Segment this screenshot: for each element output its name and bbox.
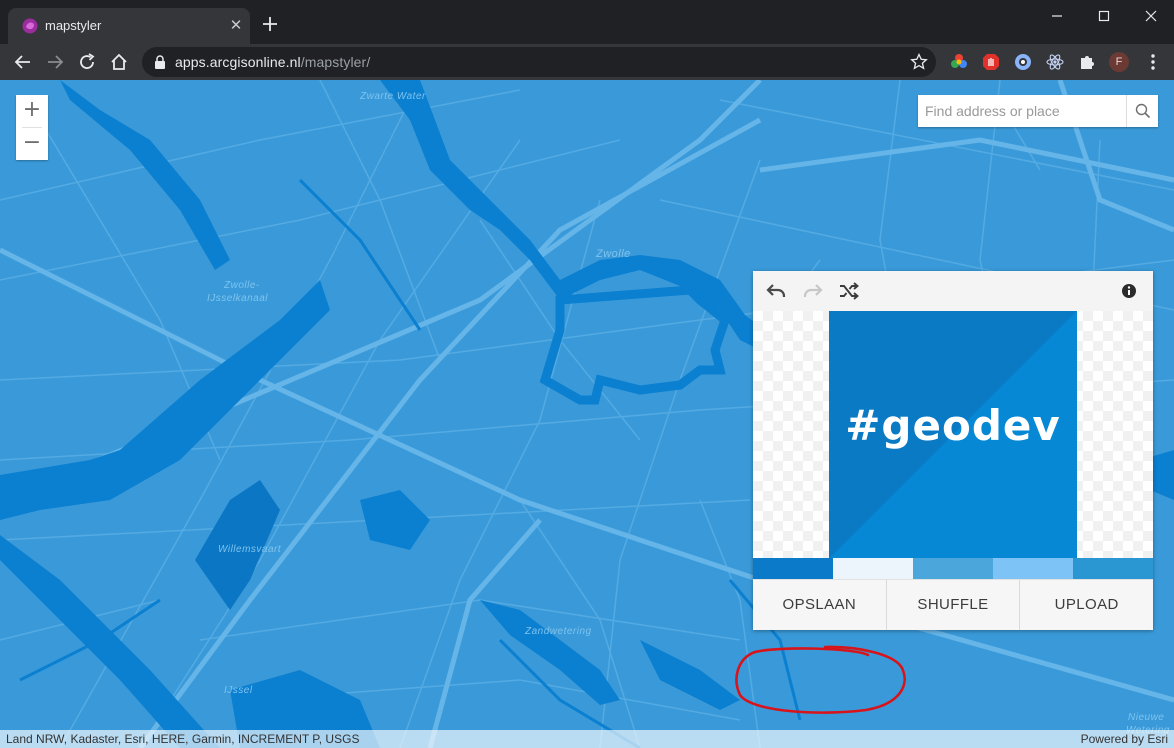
close-window-icon[interactable] xyxy=(1139,6,1163,26)
map-styler-panel: #geodev OPSLAAN SHUFFLE UPLOAD xyxy=(753,271,1154,630)
powered-by-esri[interactable]: Powered by Esri xyxy=(1081,732,1168,746)
new-tab-icon[interactable] xyxy=(260,14,280,34)
zoom-control: + − xyxy=(16,95,48,160)
logo-text: #geodev xyxy=(845,401,1061,450)
react-devtools-icon[interactable] xyxy=(1046,53,1064,71)
bookmark-star-icon[interactable] xyxy=(910,53,928,71)
browser-toolbar: apps.arcgisonline.nl/mapstyler/ F xyxy=(0,44,1174,80)
map-label-zwolle: Zwolle xyxy=(596,248,631,260)
swatch-3[interactable] xyxy=(913,558,993,579)
color-picker-extension-icon[interactable] xyxy=(950,53,968,71)
back-arrow-icon[interactable] xyxy=(12,51,34,73)
address-bar[interactable]: apps.arcgisonline.nl/mapstyler/ xyxy=(142,47,936,77)
attribution-text: Land NRW, Kadaster, Esri, HERE, Garmin, … xyxy=(6,732,360,746)
shuffle-button[interactable]: SHUFFLE xyxy=(886,580,1021,630)
search-widget xyxy=(918,95,1158,127)
url-path: /mapstyler/ xyxy=(300,54,371,70)
map-label-zandwetering: Zandwetering xyxy=(525,626,592,637)
info-icon[interactable] xyxy=(1118,281,1140,301)
browser-tab-strip: mapstyler ✕ xyxy=(0,0,1174,44)
swatch-4[interactable] xyxy=(993,558,1073,579)
forward-arrow-icon[interactable] xyxy=(44,51,66,73)
geodev-logo-image: #geodev xyxy=(829,311,1077,558)
map-attribution-bar: Land NRW, Kadaster, Esri, HERE, Garmin, … xyxy=(0,730,1174,748)
extensions-puzzle-icon[interactable] xyxy=(1078,53,1096,71)
swatch-5[interactable] xyxy=(1073,558,1153,579)
tab-title: mapstyler xyxy=(45,18,102,33)
url-text[interactable]: apps.arcgisonline.nl/mapstyler/ xyxy=(175,54,370,70)
undo-icon[interactable] xyxy=(765,281,787,301)
browser-menu-icon[interactable] xyxy=(1146,52,1160,72)
map-label-zwolle-ijsselkanaal-2: IJsselkanaal xyxy=(207,293,269,304)
save-button[interactable]: OPSLAAN xyxy=(753,580,887,630)
url-host: apps.arcgisonline.nl xyxy=(175,54,301,70)
proxy-extension-icon[interactable] xyxy=(1014,53,1032,71)
upload-button[interactable]: UPLOAD xyxy=(1020,580,1154,630)
zoom-out-button[interactable]: − xyxy=(16,128,48,160)
lock-icon[interactable] xyxy=(154,55,166,69)
styler-toolbar xyxy=(753,271,1153,311)
swatch-2[interactable] xyxy=(833,558,913,579)
profile-avatar[interactable]: F xyxy=(1109,52,1129,72)
home-icon[interactable] xyxy=(108,51,130,73)
tab-close-icon[interactable]: ✕ xyxy=(227,17,245,35)
shuffle-icon[interactable] xyxy=(838,281,860,301)
maximize-icon[interactable] xyxy=(1092,6,1116,26)
browser-tab[interactable]: mapstyler ✕ xyxy=(8,8,250,44)
map-label-nieuwe: Nieuwe xyxy=(1128,712,1165,723)
adblock-extension-icon[interactable] xyxy=(982,53,1000,71)
styler-action-bar: OPSLAAN SHUFFLE UPLOAD xyxy=(753,579,1154,630)
zoom-in-button[interactable]: + xyxy=(16,95,48,127)
color-palette xyxy=(753,558,1153,579)
reload-icon[interactable] xyxy=(76,51,98,73)
map-label-zwolle-ijsselkanaal-1: Zwolle- xyxy=(224,280,260,291)
redo-icon[interactable] xyxy=(802,281,824,301)
style-preview: #geodev xyxy=(753,311,1153,558)
mapstyler-favicon-icon xyxy=(22,18,38,34)
search-button[interactable] xyxy=(1126,95,1158,127)
search-input[interactable] xyxy=(918,95,1126,127)
map-label-willemsvaart: Willemsvaart xyxy=(218,544,282,555)
map-label-zwarte-water: Zwarte Water xyxy=(360,91,426,102)
search-icon xyxy=(1135,103,1151,119)
map-label-ijssel: IJssel xyxy=(224,685,253,696)
swatch-1[interactable] xyxy=(753,558,833,579)
minimize-icon[interactable] xyxy=(1045,6,1069,26)
